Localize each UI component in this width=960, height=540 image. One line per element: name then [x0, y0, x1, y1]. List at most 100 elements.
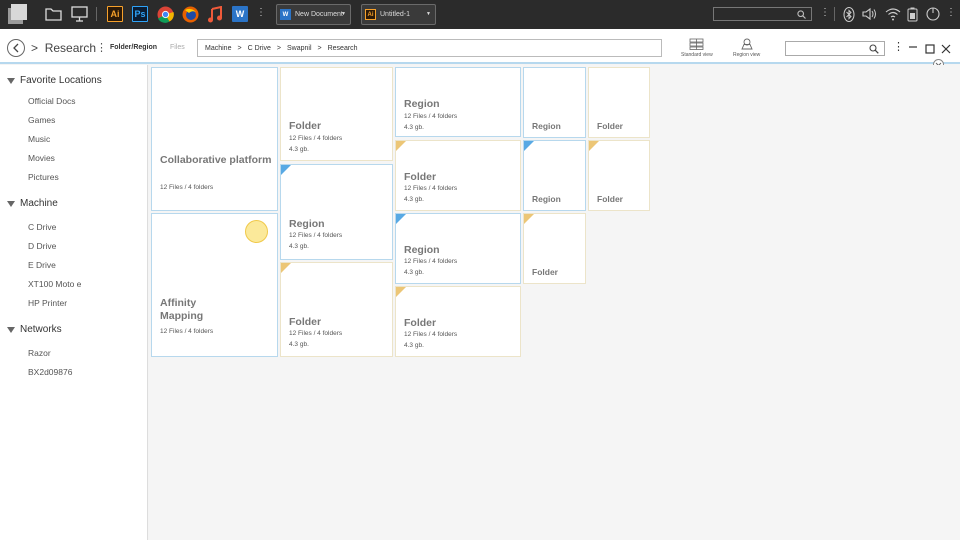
minimize-button[interactable]: [908, 39, 918, 52]
expand-triangle-icon: [7, 201, 15, 207]
card-size: 4.3 gb.: [404, 196, 424, 203]
standard-view-label: Standard view: [681, 52, 713, 58]
sidebar-section-networks[interactable]: Networks: [7, 324, 62, 335]
maximize-button[interactable]: [925, 44, 935, 57]
taskbar-window-new-document[interactable]: W New Document ▼: [276, 4, 351, 25]
search-icon: [869, 44, 879, 54]
taskbar-window-untitled[interactable]: Ai Untitled-1 ▼: [361, 4, 436, 25]
folder-search-input[interactable]: [785, 41, 885, 56]
maximize-icon: [925, 44, 935, 54]
file-explorer-icon[interactable]: [45, 6, 63, 22]
sidebar-item-e-drive[interactable]: E Drive: [28, 260, 56, 270]
more-options-icon[interactable]: ⋮: [893, 42, 904, 53]
standard-view-button[interactable]: Standard view: [681, 38, 713, 58]
folder-card-collaborative-platform[interactable]: Collaborative platform 12 Files / 4 fold…: [151, 67, 278, 211]
window-label: Untitled-1: [380, 11, 410, 18]
firefox-icon[interactable]: [182, 6, 199, 23]
region-corner-tag: [524, 141, 534, 151]
sidebar: Favorite Locations Official Docs Games M…: [0, 65, 148, 540]
path-segment[interactable]: Machine: [205, 45, 231, 52]
card-title: Region: [404, 98, 440, 110]
title-menu-icon[interactable]: ⋮: [96, 41, 107, 54]
card-size: 4.3 gb.: [404, 269, 424, 276]
card-meta: 12 Files / 4 folders: [404, 331, 458, 338]
card-size: 4.3 gb.: [289, 146, 309, 153]
battery-icon[interactable]: [907, 7, 918, 22]
region-view-label: Region view: [733, 52, 761, 58]
path-segment[interactable]: Swapnil: [287, 45, 312, 52]
caret-down-icon: ▼: [341, 11, 346, 17]
card-title: Folder: [597, 121, 623, 131]
card-title: Folder: [289, 120, 322, 132]
sidebar-item-razor[interactable]: Razor: [28, 348, 51, 358]
folder-card[interactable]: Folder 12 Files / 4 folders 4.3 gb.: [395, 140, 521, 211]
tab-files[interactable]: Files: [170, 44, 185, 51]
sidebar-item-hp-printer[interactable]: HP Printer: [28, 298, 67, 308]
region-card[interactable]: Region 12 Files / 4 folders 4.3 gb.: [280, 164, 393, 260]
card-meta: 12 Files / 4 folders: [404, 185, 458, 192]
card-meta: 12 Files / 4 folders: [160, 184, 214, 191]
sidebar-item-games[interactable]: Games: [28, 115, 55, 125]
sidebar-item-c-drive[interactable]: C Drive: [28, 222, 56, 232]
illustrator-icon[interactable]: Ai: [107, 6, 123, 22]
region-view-button[interactable]: Region view: [733, 38, 760, 58]
path-segment[interactable]: Research: [328, 45, 358, 52]
close-button[interactable]: [941, 44, 951, 57]
expand-triangle-icon: [7, 327, 15, 333]
bluetooth-icon[interactable]: [843, 7, 855, 22]
region-card[interactable]: Region 12 Files / 4 folders 4.3 gb.: [395, 67, 521, 137]
taskbar-divider: [834, 7, 835, 21]
region-corner-tag: [396, 214, 406, 224]
windows-logo-icon[interactable]: [8, 4, 28, 24]
folder-corner-tag: [396, 287, 406, 297]
path-separator: >: [276, 44, 281, 52]
sidebar-section-machine[interactable]: Machine: [7, 198, 58, 209]
card-title: Folder: [597, 194, 623, 204]
folder-corner-tag: [524, 214, 534, 224]
region-card[interactable]: Region 12 Files / 4 folders 4.3 gb.: [395, 213, 521, 284]
sidebar-item-movies[interactable]: Movies: [28, 153, 55, 163]
path-separator: >: [317, 44, 322, 52]
folder-card[interactable]: Folder: [523, 213, 586, 284]
sidebar-item-bx2d09876[interactable]: BX2d09876: [28, 367, 72, 377]
tab-folder-region[interactable]: Folder/Region: [110, 44, 157, 51]
sidebar-item-xt100[interactable]: XT100 Moto e: [28, 279, 81, 289]
folder-card[interactable]: Folder 12 Files / 4 folders 4.3 gb.: [395, 286, 521, 357]
photoshop-icon[interactable]: Ps: [132, 6, 148, 22]
more-options-icon[interactable]: ⋮: [820, 7, 830, 18]
folder-card[interactable]: Folder 12 Files / 4 folders 4.3 gb.: [280, 262, 393, 357]
address-bar[interactable]: Machine > C Drive > Swapnil > Research: [197, 39, 662, 57]
folder-card[interactable]: Folder: [588, 67, 650, 138]
taskbar: Ai Ps W ⋮ W New Document ▼ Ai Untitled-1…: [0, 0, 960, 29]
card-size: 4.3 gb.: [289, 243, 309, 250]
back-button[interactable]: [7, 39, 25, 57]
chrome-icon[interactable]: [157, 6, 174, 23]
wifi-icon[interactable]: [885, 7, 901, 21]
volume-icon[interactable]: [862, 7, 878, 21]
power-icon[interactable]: [926, 7, 940, 21]
card-title: Folder: [404, 171, 437, 183]
region-card[interactable]: Region: [523, 67, 586, 138]
sidebar-item-d-drive[interactable]: D Drive: [28, 241, 56, 251]
path-segment[interactable]: C Drive: [248, 45, 271, 52]
sidebar-section-favorites[interactable]: Favorite Locations: [7, 75, 102, 86]
more-apps-icon[interactable]: ⋮: [256, 7, 266, 18]
system-menu-icon[interactable]: ⋮: [946, 7, 956, 18]
sidebar-item-official-docs[interactable]: Official Docs: [28, 96, 76, 106]
folder-card[interactable]: Folder 12 Files / 4 folders 4.3 gb.: [280, 67, 393, 161]
card-title: Region: [532, 121, 561, 131]
sidebar-item-pictures[interactable]: Pictures: [28, 172, 59, 182]
search-icon: [797, 10, 806, 19]
monitor-icon[interactable]: [71, 6, 88, 22]
region-corner-tag: [281, 165, 291, 175]
folder-card[interactable]: Folder: [588, 140, 650, 211]
folder-corner-tag: [281, 263, 291, 273]
sidebar-item-music[interactable]: Music: [28, 134, 50, 144]
card-size: 4.3 gb.: [289, 341, 309, 348]
card-meta: 12 Files / 4 folders: [289, 330, 343, 337]
taskbar-search-input[interactable]: [713, 7, 812, 21]
music-note-icon[interactable]: [207, 6, 223, 23]
card-meta: 12 Files / 4 folders: [404, 258, 458, 265]
region-card[interactable]: Region: [523, 140, 586, 211]
word-icon[interactable]: W: [232, 6, 248, 22]
